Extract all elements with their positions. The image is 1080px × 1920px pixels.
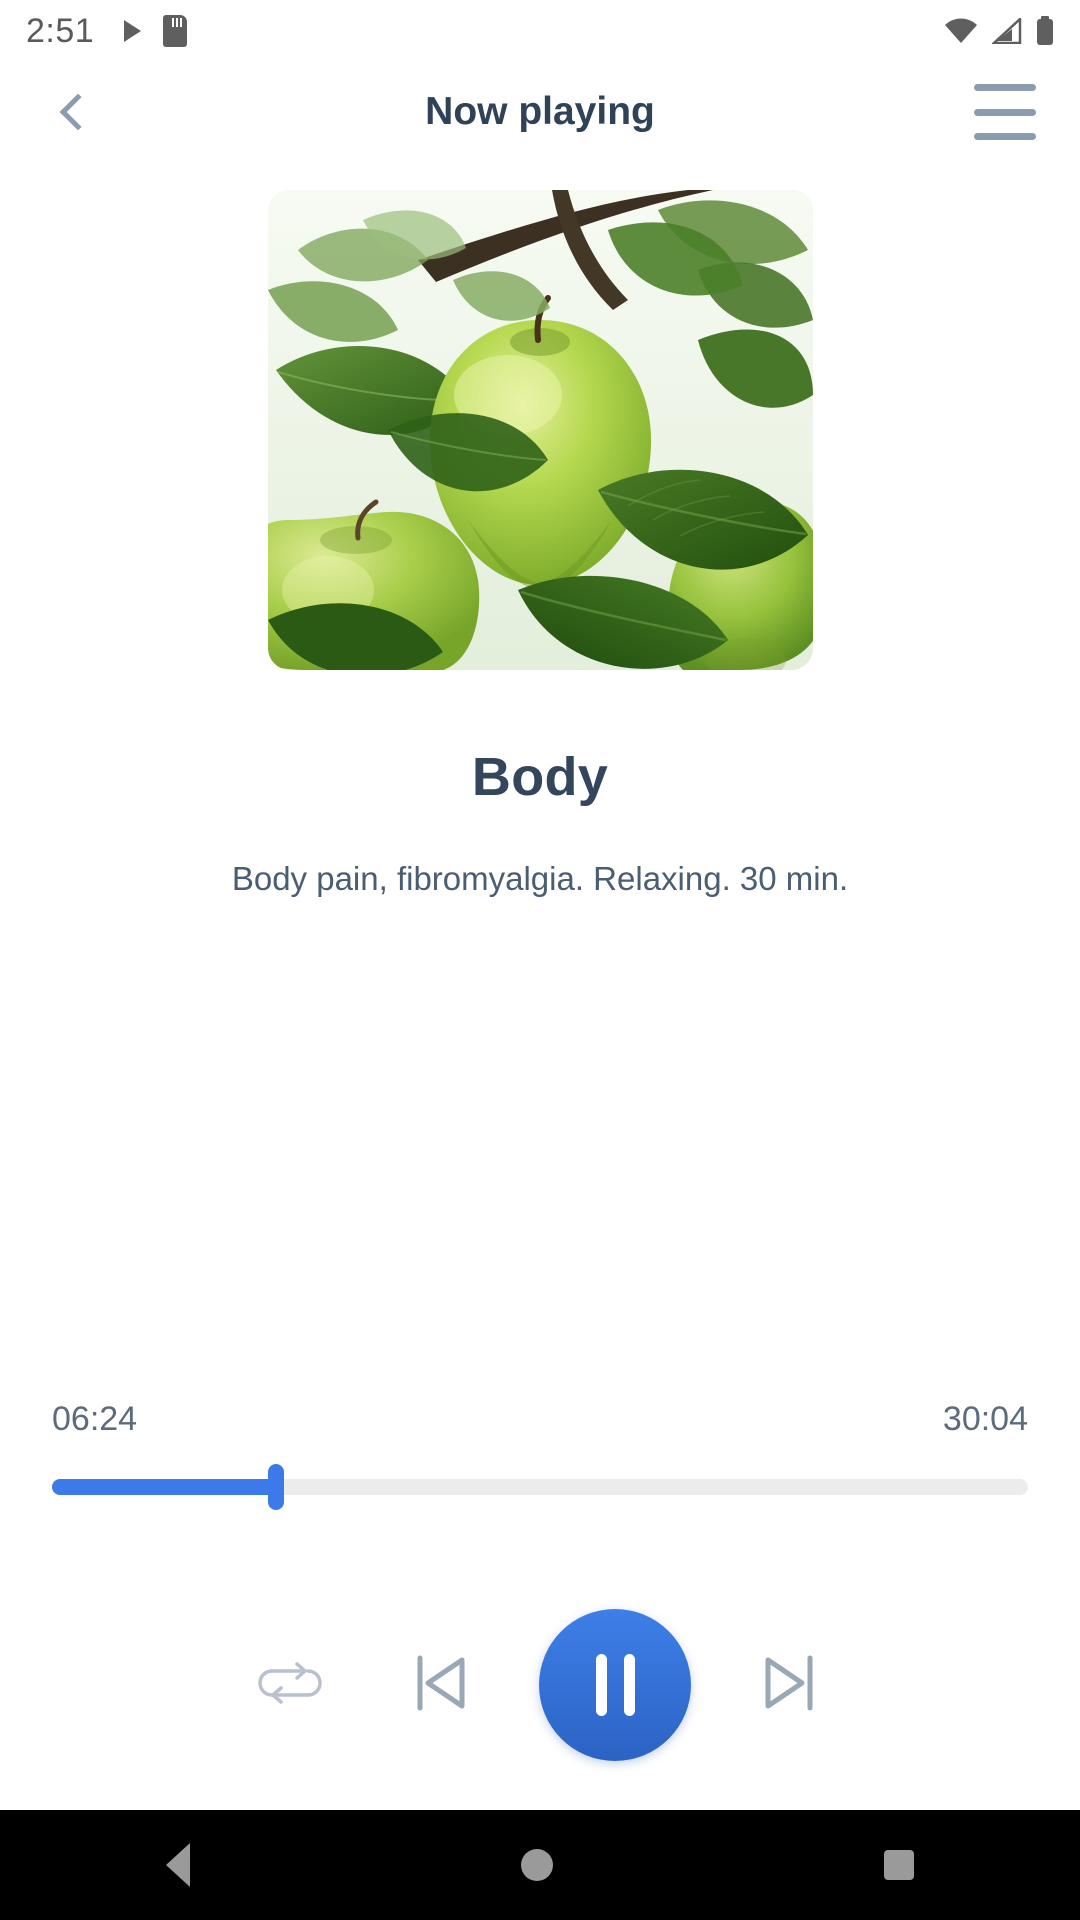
album-artwork	[267, 190, 813, 670]
menu-line	[974, 108, 1036, 116]
artwork-container	[0, 190, 1080, 670]
app-header: Now playing	[0, 62, 1080, 162]
previous-track-button[interactable]	[365, 1625, 515, 1745]
hamburger-menu-icon[interactable]	[974, 84, 1036, 140]
status-bar-notification-icons	[124, 15, 188, 47]
pause-bar	[623, 1654, 635, 1716]
progress-thumb[interactable]	[268, 1464, 285, 1510]
status-bar-system-icons	[944, 16, 1054, 46]
menu-line	[974, 133, 1036, 140]
play-pause-button[interactable]	[539, 1609, 691, 1761]
total-duration: 30:04	[942, 1400, 1028, 1438]
time-row: 06:24 30:04	[52, 1400, 1028, 1439]
status-bar-clock: 2:51	[26, 11, 95, 50]
pause-icon	[595, 1654, 635, 1716]
nav-recents-icon[interactable]	[884, 1850, 915, 1880]
wifi-icon	[944, 18, 978, 44]
track-title: Body	[471, 747, 609, 807]
elapsed-time: 06:24	[52, 1400, 138, 1438]
repeat-icon	[256, 1657, 324, 1714]
skip-next-icon	[762, 1652, 818, 1719]
skip-previous-icon	[412, 1652, 468, 1719]
menu-line	[974, 84, 1036, 91]
nav-home-icon[interactable]	[520, 1849, 553, 1881]
nav-back-icon[interactable]	[165, 1843, 190, 1887]
pause-bar	[595, 1654, 607, 1716]
next-track-button[interactable]	[715, 1625, 865, 1745]
page-title: Now playing	[425, 90, 655, 133]
playback-controls	[0, 1585, 1080, 1785]
sd-card-icon	[163, 15, 188, 47]
repeat-button[interactable]	[215, 1625, 365, 1745]
cellular-signal-icon	[992, 18, 1022, 44]
back-button[interactable]	[44, 82, 104, 142]
android-navigation-bar	[0, 1810, 1080, 1920]
status-bar: 2:51	[0, 0, 1080, 62]
battery-icon	[1036, 16, 1054, 46]
play-icon	[124, 20, 142, 42]
progress-slider[interactable]	[52, 1464, 1028, 1510]
seek-area: 06:24 30:04	[0, 1400, 1080, 1510]
progress-fill	[52, 1479, 277, 1495]
track-description: Body pain, fibromyalgia. Relaxing. 30 mi…	[231, 860, 849, 897]
chevron-left-icon	[59, 93, 97, 131]
